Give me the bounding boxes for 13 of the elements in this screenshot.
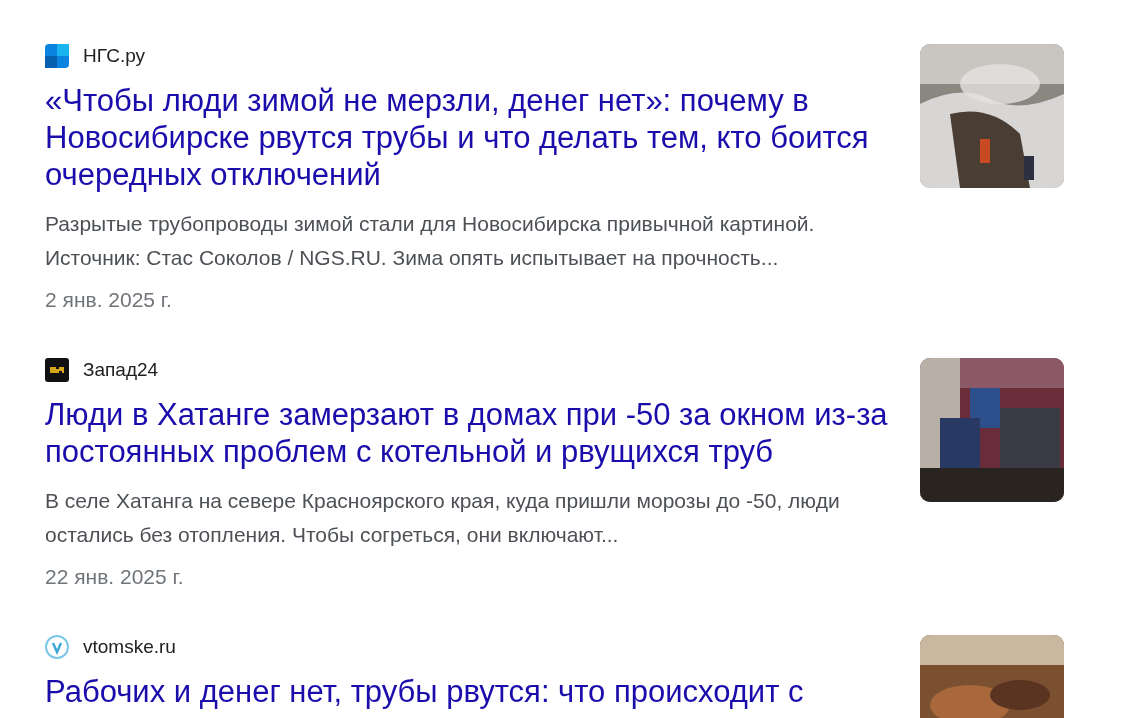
logo-icon [45,358,69,382]
result-snippet: В селе Хатанга на севере Красноярского края, куда пришли морозы до -50, люди остались без отопления. Чтобы согреться, они включают... [45,488,841,548]
squares-icon [45,44,69,68]
source-name: Запад24 [83,359,159,381]
letter-v-icon [45,635,69,659]
result-date: 2 янв. 2025 г. [45,287,172,313]
result-title[interactable]: «Чтобы люди зимой не мерзли, денег нет»: почему в Новосибирске рвутся трубы и что делать тем, кто боится очередных отключений [45,82,895,193]
result-title[interactable]: Люди в Хатанге замерзают в домах при -50 за окном из-за постоянных проблем с котельной и рвущихся труб [45,396,895,470]
result-snippet: Разрытые трубопроводы зимой стали для Новосибирска привычной картиной. Источник: Стас Соколов / NGS.RU. Зима опять испытывает на прочность... [45,211,816,271]
source-name: НГС.ру [83,45,145,67]
result-date: 22 янв. 2025 г. [45,564,184,590]
source-name: vtomske.ru [83,636,176,658]
result-title[interactable]: Рабочих и денег нет, трубы рвутся: что происходит с [45,673,804,710]
